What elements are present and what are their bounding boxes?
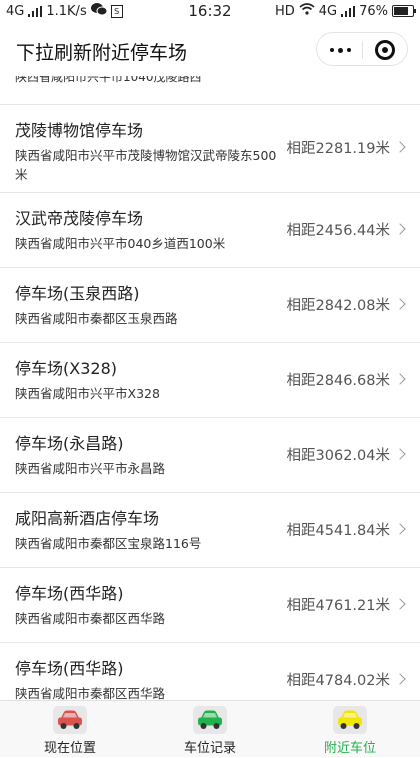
parking-lot-address: 陕西省咸阳市秦都区宝泉路116号 [15, 536, 202, 551]
network-label-right: 4G [318, 3, 338, 19]
parking-lot-name: 停车场(永昌路) [15, 434, 124, 453]
parking-lot-distance: 相距3062.04米 [286, 448, 390, 464]
chevron-right-icon [394, 598, 406, 610]
tab-red-car[interactable]: 现在位置 [0, 701, 140, 758]
parking-lot-address: 陕西省咸阳市秦都区玉泉西路 [15, 311, 178, 326]
parking-lot-address: 陕西省咸阳市兴平市永昌路 [15, 461, 166, 476]
battery-icon [392, 5, 416, 17]
parking-lot-distance: 相距2281.19米 [286, 141, 390, 157]
hd-label: HD [274, 3, 295, 19]
page-title: 下拉刷新附近停车场 [16, 42, 188, 64]
close-icon[interactable] [375, 40, 395, 60]
chevron-right-icon [394, 223, 406, 235]
tab-label: 现在位置 [43, 741, 96, 756]
chevron-right-icon [394, 448, 406, 460]
parking-lot-name: 停车场(X328) [15, 359, 117, 378]
wifi-icon [299, 3, 315, 19]
chevron-right-icon [394, 673, 406, 685]
parking-lot-name: 咸阳高新酒店停车场 [15, 509, 160, 528]
chevron-right-icon [394, 141, 406, 153]
capsule-divider [362, 41, 363, 59]
parking-lot-address: 陕西省咸阳市兴平市040乡道西100米 [15, 236, 226, 251]
parking-lot-distance: 相距2456.44米 [286, 223, 390, 239]
parking-lot-row[interactable]: 汉武帝茂陵停车场陕西省咸阳市兴平市040乡道西100米 相距2456.44米 [0, 193, 420, 268]
more-icon[interactable] [327, 40, 353, 60]
nav-bar: 下拉刷新附近停车场 [0, 24, 420, 76]
yellow-car-icon [333, 706, 367, 734]
parking-lot-row[interactable]: 停车场(X328) 陕西省咸阳市兴平市X328 相距2846.68米 [0, 343, 420, 418]
chevron-right-icon [394, 298, 406, 310]
parking-lot-row[interactable]: 停车场(永昌路) 陕西省咸阳市兴平市永昌路 相距3062.04米 [0, 418, 420, 493]
parking-lot-address: 陕西省咸阳市秦都区西华路 [15, 686, 166, 700]
battery-percent: 76% [359, 3, 388, 19]
parking-lot-distance: 相距4541.84米 [286, 523, 390, 539]
partial-address: 陕西省咸阳市兴平市1040茂陵路西 [15, 76, 202, 84]
chevron-right-icon [394, 523, 406, 535]
parking-lot-row[interactable]: 停车场(西华路) 陕西省咸阳市秦都区西华路 相距4784.02米 [0, 643, 420, 700]
parking-lot-row[interactable]: 停车场(玉泉西路) 陕西省咸阳市秦都区玉泉西路 相距2842.08米 [0, 268, 420, 343]
tab-yellow-car[interactable]: 附近车位 [280, 701, 420, 758]
parking-lot-row[interactable]: 咸阳高新酒店停车场陕西省咸阳市秦都区宝泉路116号 相距4541.84米 [0, 493, 420, 568]
tab-green-car[interactable]: 车位记录 [140, 701, 280, 758]
mini-program-capsule [316, 32, 408, 66]
parking-lot-distance: 相距4784.02米 [286, 673, 390, 689]
parking-lot-name: 汉武帝茂陵停车场 [15, 209, 144, 228]
parking-lot-address: 陕西省咸阳市兴平市X328 [15, 386, 160, 401]
parking-lot-row[interactable]: 茂陵博物馆停车场陕西省咸阳市兴平市茂陵博物馆汉武帝陵东500米 相距2281.19… [0, 105, 420, 193]
tab-bar: 现在位置 车位记录 附近车位 [0, 700, 420, 757]
red-car-icon [53, 706, 87, 734]
green-car-icon [193, 706, 227, 734]
parking-list[interactable]: 陕西省咸阳市兴平市1040茂陵路西 茂陵博物馆停车场陕西省咸阳市兴平市茂陵博物馆… [0, 76, 420, 700]
status-bar: 4G 1.1K/s S 16:32 HD 4G 76% [0, 0, 420, 24]
parking-lot-name: 停车场(西华路) [15, 659, 124, 678]
parking-lot-distance: 相距2842.08米 [286, 298, 390, 314]
chevron-right-icon [394, 373, 406, 385]
signal-icon-right [341, 5, 356, 17]
parking-lot-name: 停车场(西华路) [15, 584, 124, 603]
parking-lot-distance: 相距2846.68米 [286, 373, 390, 389]
parking-lot-name: 茂陵博物馆停车场 [15, 121, 144, 140]
parking-lot-name: 停车场(玉泉西路) [15, 284, 140, 303]
parking-lot-address: 陕西省咸阳市秦都区西华路 [15, 611, 166, 626]
parking-lot-address: 陕西省咸阳市兴平市茂陵博物馆汉武帝陵东500米 [15, 148, 277, 182]
tab-label: 附近车位 [323, 741, 376, 756]
tab-label: 车位记录 [183, 741, 236, 756]
status-right: HD 4G 76% [274, 3, 416, 19]
parking-lot-distance: 相距4761.21米 [286, 598, 390, 614]
parking-lot-row[interactable]: 停车场(西华路) 陕西省咸阳市秦都区西华路 相距4761.21米 [0, 568, 420, 643]
